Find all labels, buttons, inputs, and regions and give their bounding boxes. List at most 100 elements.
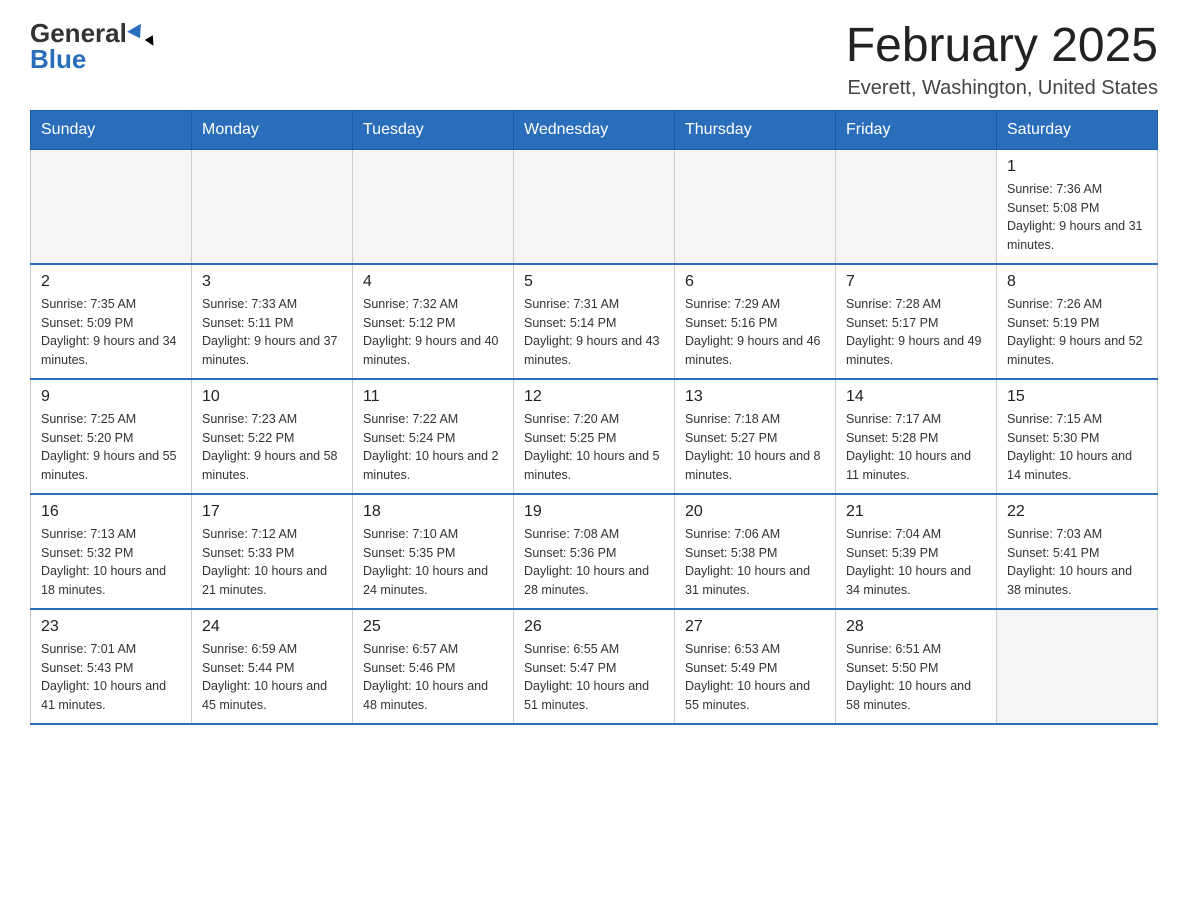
calendar-cell: 6 Sunrise: 7:29 AMSunset: 5:16 PMDaylight… [675, 264, 836, 379]
calendar-header-row: SundayMondayTuesdayWednesdayThursdayFrid… [31, 110, 1158, 149]
day-number: 24 [202, 618, 342, 636]
day-info: Sunrise: 7:31 AMSunset: 5:14 PMDaylight:… [524, 295, 664, 370]
day-number: 5 [524, 273, 664, 291]
day-info: Sunrise: 6:53 AMSunset: 5:49 PMDaylight:… [685, 640, 825, 715]
day-number: 9 [41, 388, 181, 406]
day-number: 16 [41, 503, 181, 521]
calendar-cell [192, 149, 353, 264]
calendar-cell: 22 Sunrise: 7:03 AMSunset: 5:41 PMDayligh… [997, 494, 1158, 609]
calendar-cell: 16Sunrise: 7:13 AMSunset: 5:32 PMDayligh… [31, 494, 192, 609]
calendar-cell: 17Sunrise: 7:12 AMSunset: 5:33 PMDayligh… [192, 494, 353, 609]
day-info: Sunrise: 6:51 AMSunset: 5:50 PMDaylight:… [846, 640, 986, 715]
calendar-week-row: 9 Sunrise: 7:25 AMSunset: 5:20 PMDaylight… [31, 379, 1158, 494]
title-block: February 2025 Everett, Washington, Unite… [846, 20, 1158, 100]
calendar-cell: 7Sunrise: 7:28 AMSunset: 5:17 PMDaylight… [836, 264, 997, 379]
day-number: 12 [524, 388, 664, 406]
location: Everett, Washington, United States [846, 77, 1158, 100]
calendar-cell: 13 Sunrise: 7:18 AMSunset: 5:27 PMDayligh… [675, 379, 836, 494]
day-info: Sunrise: 7:03 AMSunset: 5:41 PMDaylight:… [1007, 525, 1147, 600]
calendar-header-wednesday: Wednesday [514, 110, 675, 149]
calendar-week-row: 16Sunrise: 7:13 AMSunset: 5:32 PMDayligh… [31, 494, 1158, 609]
calendar-cell: 18 Sunrise: 7:10 AMSunset: 5:35 PMDayligh… [353, 494, 514, 609]
day-info: Sunrise: 7:26 AMSunset: 5:19 PMDaylight:… [1007, 295, 1147, 370]
day-number: 21 [846, 503, 986, 521]
day-info: Sunrise: 7:12 AMSunset: 5:33 PMDaylight:… [202, 525, 342, 600]
day-number: 2 [41, 273, 181, 291]
day-number: 25 [363, 618, 503, 636]
calendar-cell: 19Sunrise: 7:08 AMSunset: 5:36 PMDayligh… [514, 494, 675, 609]
calendar-cell: 3Sunrise: 7:33 AMSunset: 5:11 PMDaylight… [192, 264, 353, 379]
day-number: 27 [685, 618, 825, 636]
day-number: 20 [685, 503, 825, 521]
calendar-week-row: 2 Sunrise: 7:35 AMSunset: 5:09 PMDaylight… [31, 264, 1158, 379]
calendar-header-monday: Monday [192, 110, 353, 149]
day-info: Sunrise: 6:57 AMSunset: 5:46 PMDaylight:… [363, 640, 503, 715]
day-info: Sunrise: 7:33 AMSunset: 5:11 PMDaylight:… [202, 295, 342, 370]
page-header: General ▼ Blue February 2025 Everett, Wa… [30, 20, 1158, 100]
day-number: 6 [685, 273, 825, 291]
calendar-table: SundayMondayTuesdayWednesdayThursdayFrid… [30, 110, 1158, 725]
calendar-cell: 26 Sunrise: 6:55 AMSunset: 5:47 PMDayligh… [514, 609, 675, 724]
calendar-cell: 20 Sunrise: 7:06 AMSunset: 5:38 PMDayligh… [675, 494, 836, 609]
calendar-cell [353, 149, 514, 264]
day-info: Sunrise: 7:01 AMSunset: 5:43 PMDaylight:… [41, 640, 181, 715]
logo-general-text: General [30, 20, 127, 46]
day-info: Sunrise: 7:25 AMSunset: 5:20 PMDaylight:… [41, 410, 181, 485]
calendar-cell [836, 149, 997, 264]
calendar-cell: 11 Sunrise: 7:22 AMSunset: 5:24 PMDayligh… [353, 379, 514, 494]
calendar-cell: 28 Sunrise: 6:51 AMSunset: 5:50 PMDayligh… [836, 609, 997, 724]
calendar-cell: 10Sunrise: 7:23 AMSunset: 5:22 PMDayligh… [192, 379, 353, 494]
day-info: Sunrise: 7:06 AMSunset: 5:38 PMDaylight:… [685, 525, 825, 600]
day-info: Sunrise: 7:29 AMSunset: 5:16 PMDaylight:… [685, 295, 825, 370]
calendar-cell: 5 Sunrise: 7:31 AMSunset: 5:14 PMDaylight… [514, 264, 675, 379]
calendar-cell: 15Sunrise: 7:15 AMSunset: 5:30 PMDayligh… [997, 379, 1158, 494]
calendar-header-friday: Friday [836, 110, 997, 149]
calendar-cell: 27 Sunrise: 6:53 AMSunset: 5:49 PMDayligh… [675, 609, 836, 724]
day-info: Sunrise: 7:04 AMSunset: 5:39 PMDaylight:… [846, 525, 986, 600]
calendar-header-sunday: Sunday [31, 110, 192, 149]
day-number: 13 [685, 388, 825, 406]
day-number: 4 [363, 273, 503, 291]
calendar-header-saturday: Saturday [997, 110, 1158, 149]
calendar-cell: 21 Sunrise: 7:04 AMSunset: 5:39 PMDayligh… [836, 494, 997, 609]
day-number: 23 [41, 618, 181, 636]
day-number: 18 [363, 503, 503, 521]
calendar-cell [675, 149, 836, 264]
day-number: 8 [1007, 273, 1147, 291]
day-info: Sunrise: 7:18 AMSunset: 5:27 PMDaylight:… [685, 410, 825, 485]
calendar-header-tuesday: Tuesday [353, 110, 514, 149]
calendar-cell: 25 Sunrise: 6:57 AMSunset: 5:46 PMDayligh… [353, 609, 514, 724]
logo-arrow-icon: ▼ [127, 24, 147, 42]
day-info: Sunrise: 7:32 AMSunset: 5:12 PMDaylight:… [363, 295, 503, 370]
calendar-cell [514, 149, 675, 264]
calendar-week-row: 23 Sunrise: 7:01 AMSunset: 5:43 PMDayligh… [31, 609, 1158, 724]
day-info: Sunrise: 7:36 AMSunset: 5:08 PMDaylight:… [1007, 180, 1147, 255]
day-info: Sunrise: 7:10 AMSunset: 5:35 PMDaylight:… [363, 525, 503, 600]
calendar-header-thursday: Thursday [675, 110, 836, 149]
calendar-cell: 9 Sunrise: 7:25 AMSunset: 5:20 PMDaylight… [31, 379, 192, 494]
day-number: 11 [363, 388, 503, 406]
day-info: Sunrise: 6:55 AMSunset: 5:47 PMDaylight:… [524, 640, 664, 715]
day-info: Sunrise: 7:20 AMSunset: 5:25 PMDaylight:… [524, 410, 664, 485]
calendar-cell: 12 Sunrise: 7:20 AMSunset: 5:25 PMDayligh… [514, 379, 675, 494]
day-number: 22 [1007, 503, 1147, 521]
calendar-cell: 8 Sunrise: 7:26 AMSunset: 5:19 PMDaylight… [997, 264, 1158, 379]
day-number: 10 [202, 388, 342, 406]
calendar-cell: 4 Sunrise: 7:32 AMSunset: 5:12 PMDaylight… [353, 264, 514, 379]
day-info: Sunrise: 7:08 AMSunset: 5:36 PMDaylight:… [524, 525, 664, 600]
calendar-cell: 24 Sunrise: 6:59 AMSunset: 5:44 PMDayligh… [192, 609, 353, 724]
calendar-cell: 14Sunrise: 7:17 AMSunset: 5:28 PMDayligh… [836, 379, 997, 494]
calendar-cell [997, 609, 1158, 724]
logo: General ▼ Blue [30, 20, 145, 73]
calendar-cell: 23 Sunrise: 7:01 AMSunset: 5:43 PMDayligh… [31, 609, 192, 724]
day-info: Sunrise: 7:35 AMSunset: 5:09 PMDaylight:… [41, 295, 181, 370]
logo-blue-text: Blue [30, 44, 86, 74]
day-number: 28 [846, 618, 986, 636]
calendar-week-row: 1Sunrise: 7:36 AMSunset: 5:08 PMDaylight… [31, 149, 1158, 264]
month-title: February 2025 [846, 20, 1158, 73]
day-info: Sunrise: 7:17 AMSunset: 5:28 PMDaylight:… [846, 410, 986, 485]
day-info: Sunrise: 7:28 AMSunset: 5:17 PMDaylight:… [846, 295, 986, 370]
day-info: Sunrise: 6:59 AMSunset: 5:44 PMDaylight:… [202, 640, 342, 715]
day-info: Sunrise: 7:22 AMSunset: 5:24 PMDaylight:… [363, 410, 503, 485]
day-number: 26 [524, 618, 664, 636]
